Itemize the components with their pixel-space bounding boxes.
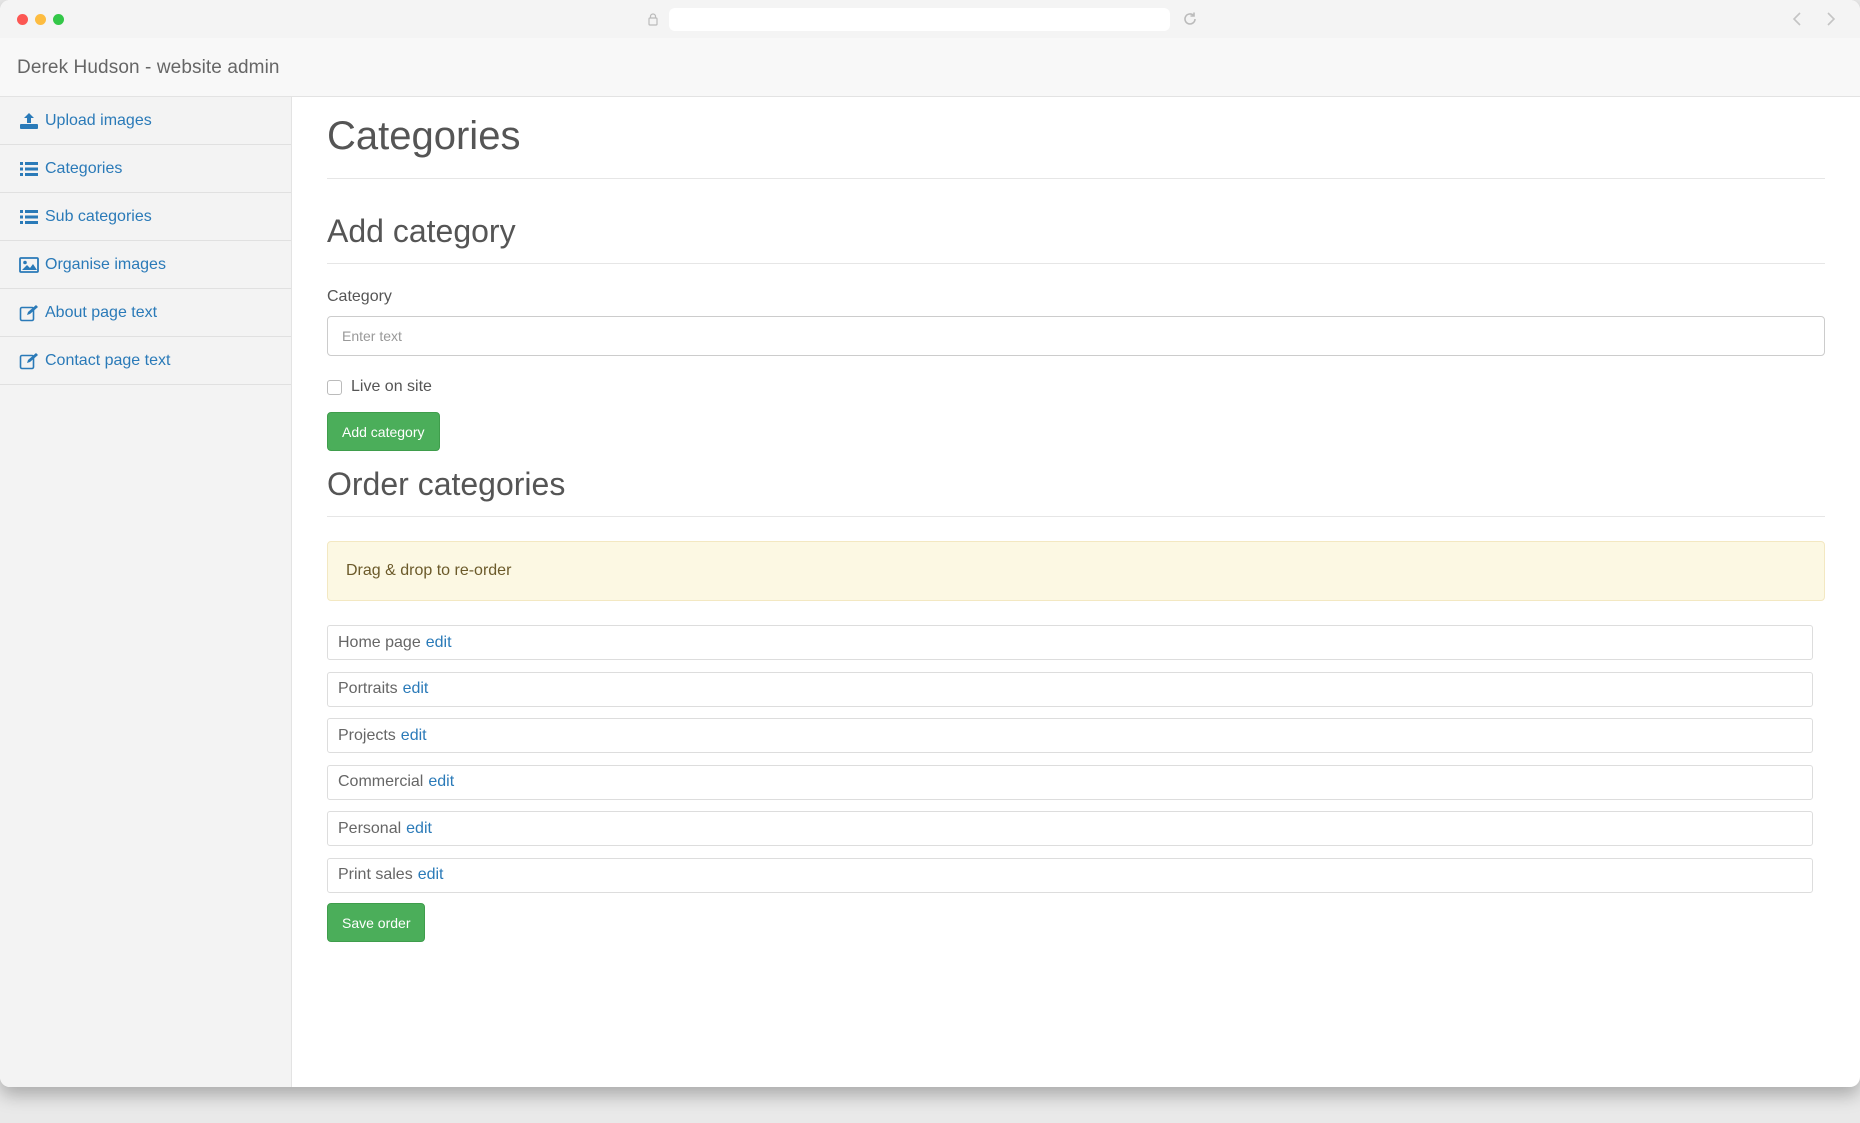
edit-link[interactable]: edit [426,634,452,652]
lock-icon [648,13,658,26]
divider [327,516,1825,517]
sidebar-item-contact-page-text[interactable]: Contact page text [0,337,291,385]
browser-chrome [0,0,1860,38]
edit-icon [19,304,38,321]
sidebar-item-label: Categories [45,159,123,177]
live-on-site-checkbox[interactable] [327,379,342,395]
divider [327,263,1825,264]
category-input[interactable] [327,316,1825,356]
sidebar-item-upload-images[interactable]: Upload images [0,97,291,145]
close-window-button[interactable] [17,14,28,25]
order-categories-heading: Order categories [327,466,566,502]
reorder-alert-text: Drag & drop to re-order [346,562,512,579]
list-icon [20,209,38,224]
list-item[interactable]: Projects edit [327,718,1813,753]
sidebar-item-label: Contact page text [45,351,171,369]
list-icon [20,161,38,176]
category-name: Projects [338,726,396,744]
sidebar-item-categories[interactable]: Categories [0,145,291,193]
edit-link[interactable]: edit [403,680,429,698]
sidebar-item-label: Organise images [45,255,166,273]
divider [327,178,1825,179]
maximize-window-button[interactable] [53,14,64,25]
address-bar[interactable] [669,8,1170,31]
live-on-site-row: Live on site [327,376,1825,398]
reorder-alert: Drag & drop to re-order [327,541,1825,601]
minimize-window-button[interactable] [35,14,46,25]
back-arrow-icon[interactable] [1790,10,1806,28]
category-name: Portraits [338,680,398,697]
list-item[interactable]: Personal edit [327,811,1813,846]
sidebar-item-label: Upload images [45,111,152,129]
add-category-heading: Add category [327,213,516,249]
forward-arrow-icon[interactable] [1822,10,1838,28]
list-item[interactable]: Commercial edit [327,764,1813,800]
save-order-button[interactable]: Save order [327,903,426,942]
window-controls [17,14,64,25]
list-item[interactable]: Portraits edit [327,671,1813,707]
category-order-list: Home page edit Portraits edit Projects e… [327,625,1813,893]
category-name: Commercial [338,773,424,790]
main-content: Categories Add category Category Live on… [327,97,1825,942]
sidebar: Upload images Categories Sub categories [0,97,292,1087]
category-name: Personal [338,819,402,837]
sidebar-item-sub-categories[interactable]: Sub categories [0,193,291,241]
edit-link[interactable]: edit [418,866,444,884]
top-navbar: Derek Hudson - website admin [0,38,1860,97]
browser-window: Derek Hudson - website admin Upload imag… [0,0,1860,1087]
image-icon [19,256,39,273]
add-category-button[interactable]: Add category [327,412,440,451]
category-field-label: Category [327,288,392,305]
sidebar-item-organise-images[interactable]: Organise images [0,241,291,289]
edit-icon [19,352,38,369]
list-item[interactable]: Print sales edit [327,857,1813,893]
page-title: Categories [327,114,521,158]
edit-link[interactable]: edit [401,727,427,745]
edit-link[interactable]: edit [428,773,454,791]
category-name: Home page [338,633,421,651]
site-brand[interactable]: Derek Hudson - website admin [17,57,280,79]
live-on-site-label: Live on site [351,378,432,395]
edit-link[interactable]: edit [406,820,432,838]
sidebar-item-label: Sub categories [45,207,152,225]
sidebar-item-label: About page text [45,303,158,321]
sidebar-item-about-page-text[interactable]: About page text [0,289,291,337]
reload-icon[interactable] [1181,10,1199,28]
category-name: Print sales [338,866,413,883]
upload-icon [20,112,38,129]
list-item[interactable]: Home page edit [327,625,1813,660]
